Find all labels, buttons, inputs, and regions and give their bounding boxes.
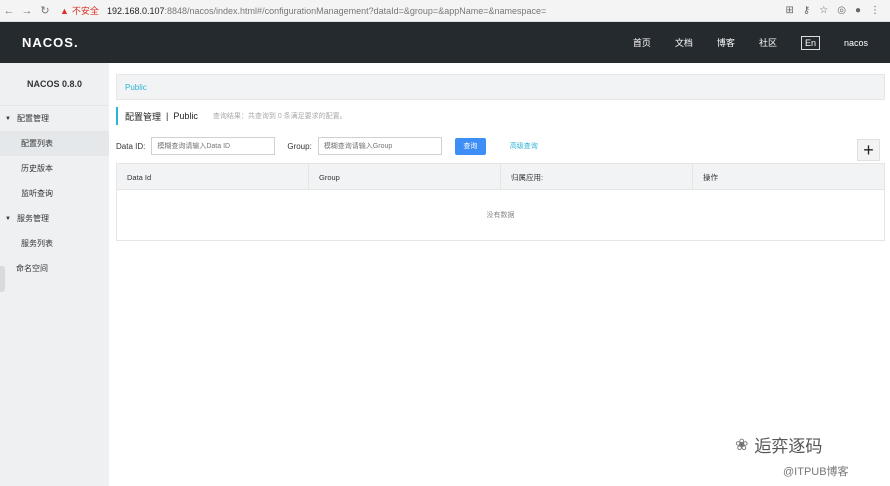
app-header: NACOS. 首页 文档 博客 社区 En nacos [0,22,890,63]
sidebar-item-listener[interactable]: 监听查询 [0,181,109,206]
column-header-group: Group [309,164,501,190]
add-config-button[interactable]: + [857,139,880,161]
title-separator: | [166,111,169,121]
sidebar-item-service-list[interactable]: 服务列表 [0,231,109,256]
nav-home[interactable]: 首页 [633,36,651,49]
url-host: 192.168.0.107 [106,5,165,16]
page-title-text: 配置管理 [125,111,162,122]
column-header-dataid: Data Id [117,164,309,190]
address-bar[interactable]: ▲ 不安全 192.168.0.107:8848/nacos/index.htm… [54,0,786,22]
sidebar-item-config-list[interactable]: 配置列表 [0,131,109,156]
sidebar-group-label: 服务管理 [16,214,49,223]
nav-docs[interactable]: 文档 [675,36,693,49]
top-nav: 首页 文档 博客 社区 En nacos [609,35,868,50]
column-header-app: 归属应用: [501,164,693,190]
nacos-logo[interactable]: NACOS. [22,35,79,50]
forward-icon[interactable]: → [18,5,36,17]
menu-icon[interactable]: ⋮ [870,5,880,16]
profile-icon[interactable]: ● [855,5,861,16]
table-header: Data Id Group 归属应用: 操作 [117,164,884,190]
sidebar-group-service[interactable]: ▼ 服务管理 [0,206,109,231]
dataid-input[interactable] [151,137,276,155]
wechat-icon: ❀ [735,435,749,454]
nav-blog[interactable]: 博客 [717,36,735,49]
key-icon[interactable]: ⚷ [803,5,810,16]
query-button[interactable]: 查询 [454,137,486,155]
main-content: Public 配置管理 | Public 查询结果：共查询到 0 条满足要求的配… [109,63,890,486]
sidebar-version: NACOS 0.8.0 [0,63,109,106]
browser-toolbar: ← → ↻ ▲ 不安全 192.168.0.107:8848/nacos/ind… [0,0,890,22]
watermark-text: 逅弈逐码 [754,437,823,457]
group-input[interactable] [317,137,442,155]
caret-down-icon: ▼ [5,215,11,222]
bookmark-star-icon[interactable]: ☆ [819,5,828,16]
group-label: Group: [287,141,312,151]
watermark: ❀ 逅弈逐码 [735,432,822,457]
sidebar-item-namespace[interactable]: 命名空间 [0,256,109,281]
insecure-label: 不安全 [71,6,99,16]
back-icon[interactable]: ← [0,5,18,17]
page-title: 配置管理 | Public 查询结果：共查询到 0 条满足要求的配置。 [116,107,347,125]
column-header-actions: 操作 [703,172,718,182]
empty-state: 没有数据 [486,212,515,219]
config-table: Data Id Group 归属应用: 操作 没有数据 [116,163,885,241]
sidebar-item-history[interactable]: 历史版本 [0,156,109,181]
warning-icon: ▲ [60,5,69,16]
sidebar-group-label: 配置管理 [16,114,49,123]
filter-bar: Data ID: Group: 查询 高级查询 [116,136,538,156]
extension-icon[interactable]: ◎ [837,5,846,16]
sidebar: NACOS 0.8.0 ▼ 配置管理 配置列表 历史版本 监听查询 ▼ 服务管理… [0,63,109,486]
sidebar-group-config[interactable]: ▼ 配置管理 [0,106,109,131]
reload-icon[interactable]: ↻ [36,4,54,17]
caret-down-icon: ▼ [5,115,11,122]
sidebar-collapse-handle[interactable] [0,266,5,292]
advanced-query-link[interactable]: 高级查询 [510,141,538,151]
user-name[interactable]: nacos [844,38,868,48]
namespace-name: Public [173,111,198,121]
dataid-label: Data ID: [116,141,146,151]
breadcrumb[interactable]: Public [116,74,885,100]
watermark-source: @ITPUB博客 [783,466,849,478]
url-path: :8848/nacos/index.html#/configurationMan… [164,5,547,16]
translate-icon[interactable]: ⊞ [786,5,794,16]
result-hint: 查询结果：共查询到 0 条满足要求的配置。 [212,113,347,120]
nav-community[interactable]: 社区 [759,36,777,49]
language-toggle[interactable]: En [800,35,820,50]
